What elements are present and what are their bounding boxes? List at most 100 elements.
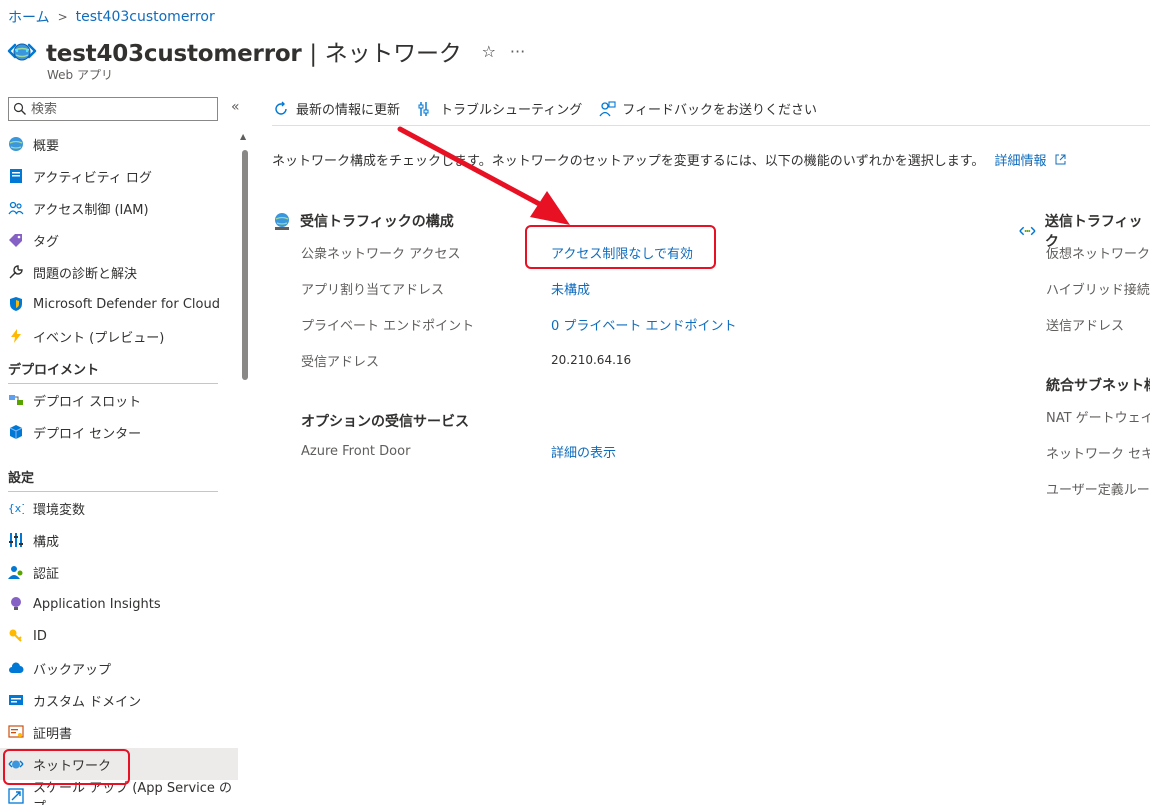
sidebar-item-identity[interactable]: ID — [0, 620, 238, 652]
breadcrumb-home-link[interactable]: ホーム — [8, 7, 50, 27]
sidebar-item-label: カスタム ドメイン — [33, 694, 142, 710]
optional-title-text: オプションの受信サービス — [301, 414, 469, 430]
tag-icon — [9, 234, 22, 247]
scroll-up-icon[interactable]: ▲ — [240, 132, 246, 141]
troubleshoot-label: トラブルシューティング — [440, 103, 583, 118]
section-heading-deployment: デプロイメント — [0, 352, 238, 384]
sidebar-item-diagnose[interactable]: 問題の診断と解決 — [0, 256, 238, 288]
annotation-highlight-public-access — [525, 225, 716, 269]
wrench-icon — [9, 265, 23, 279]
sidebar-item-overview[interactable]: 概要 — [0, 128, 238, 160]
search-icon — [13, 102, 26, 115]
sidebar-item-label: タグ — [33, 234, 60, 250]
resource-name: test403customerror — [46, 41, 302, 67]
refresh-label: 最新の情報に更新 — [296, 103, 401, 118]
sidebar-item-env-vars[interactable]: {x} 環境変数 — [0, 492, 238, 524]
sidebar-item-custom-domain[interactable]: カスタム ドメイン — [0, 684, 238, 716]
inbound-address-label: 受信アドレス — [301, 355, 380, 370]
sidebar-item-label: デプロイ スロット — [33, 394, 142, 410]
sidebar-item-label: 問題の診断と解決 — [33, 266, 138, 282]
sidebar-item-activity-log[interactable]: アクティビティ ログ — [0, 160, 238, 192]
troubleshoot-button[interactable]: トラブルシューティング — [416, 99, 582, 118]
sidebar-item-backup[interactable]: バックアップ — [0, 652, 238, 684]
annotation-arrow — [397, 126, 570, 225]
lightning-icon — [11, 329, 21, 343]
outbound-arrows-icon — [1019, 226, 1036, 236]
breadcrumb-resource-link[interactable]: test403customerror — [76, 9, 215, 25]
title-row: test403customerror | ネットワーク ☆ ··· — [6, 34, 525, 68]
network-icon — [7, 43, 37, 61]
integration-rows: NAT ゲートウェイ ネットワーク セキ ユーザー定義ルー — [1046, 407, 1150, 507]
sidebar-item-label: アクティビティ ログ — [33, 170, 152, 186]
sidebar-item-label: Microsoft Defender for Cloud — [33, 296, 220, 312]
feedback-icon — [599, 100, 616, 116]
intro-description: ネットワーク構成をチェックします。ネットワークのセットアップを変更するには、以下… — [272, 154, 985, 169]
sidebar-nav: 概要 アクティビティ ログ アクセス制御 (IAM) タグ 問題の診断と解決 M… — [0, 128, 238, 805]
learn-more-link[interactable]: 詳細情報 — [995, 154, 1047, 169]
bulb-icon — [11, 597, 21, 610]
sidebar-item-defender[interactable]: Microsoft Defender for Cloud — [0, 288, 238, 320]
more-icon[interactable]: ··· — [510, 42, 525, 61]
sidebar-item-label: 概要 — [33, 138, 60, 154]
private-endpoint-label: プライベート エンドポイント — [301, 319, 475, 334]
sidebar-item-label: デプロイ センター — [33, 426, 142, 442]
feedback-label: フィードバックをお送りください — [622, 103, 817, 118]
sidebar: « 概要 アクティビティ ログ アクセス制御 (IAM) タグ 問題の診断と解決… — [0, 90, 250, 805]
title-separator: | — [309, 41, 317, 67]
app-address-value[interactable]: 未構成 — [551, 279, 590, 298]
sidebar-item-label: イベント (プレビュー) — [33, 330, 165, 346]
udr-label: ユーザー定義ルー — [1046, 483, 1150, 498]
slots-icon — [9, 395, 23, 405]
scale-icon — [8, 788, 24, 804]
sidebar-item-label: 証明書 — [33, 726, 73, 742]
sidebar-item-auth[interactable]: 認証 — [0, 556, 238, 588]
annotation-highlight-sidebar — [3, 749, 130, 785]
inbound-globe-icon — [275, 213, 289, 230]
sidebar-item-label: バックアップ — [33, 662, 112, 678]
globe-icon — [9, 137, 23, 151]
sidebar-item-label: 環境変数 — [33, 502, 86, 518]
optional-section-title: オプションの受信サービス — [301, 411, 469, 431]
sidebar-item-tags[interactable]: タグ — [0, 224, 238, 256]
refresh-button[interactable]: 最新の情報に更新 — [272, 99, 400, 118]
intro-text: ネットワーク構成をチェックします。ネットワークのセットアップを変更するには、以下… — [272, 150, 1066, 169]
sidebar-item-events[interactable]: イベント (プレビュー) — [0, 320, 238, 352]
sidebar-scrollbar[interactable]: ▲ — [240, 132, 248, 805]
app-address-label: アプリ割り当てアドレス — [301, 283, 445, 298]
hybrid-label: ハイブリッド接続 — [1046, 283, 1150, 298]
sidebar-item-certificates[interactable]: 証明書 — [0, 716, 238, 748]
cloud-icon — [9, 662, 24, 673]
section-heading-settings: 設定 — [0, 460, 238, 492]
search-box[interactable] — [8, 97, 218, 121]
sidebar-item-config[interactable]: 構成 — [0, 524, 238, 556]
public-access-label: 公衆ネットワーク アクセス — [301, 247, 461, 262]
front-door-label: Azure Front Door — [301, 444, 411, 459]
sidebar-item-label: 構成 — [33, 534, 60, 550]
front-door-value[interactable]: 詳細の表示 — [551, 442, 616, 461]
feedback-button[interactable]: フィードバックをお送りください — [598, 99, 817, 118]
sidebar-item-iam[interactable]: アクセス制御 (IAM) — [0, 192, 238, 224]
page-title: test403customerror | ネットワーク — [46, 34, 462, 68]
page-subtitle: Web アプリ — [47, 68, 113, 82]
external-link-icon — [1055, 154, 1066, 165]
key-icon — [9, 629, 22, 642]
people-icon — [8, 201, 24, 215]
shield-icon — [10, 297, 22, 311]
sliders-icon — [9, 533, 23, 547]
sidebar-item-app-insights[interactable]: Application Insights — [0, 588, 238, 620]
outbound-rows: 仮想ネットワーク ハイブリッド接続 送信アドレス — [1046, 243, 1150, 343]
collapse-icon[interactable]: « — [231, 99, 240, 115]
sidebar-item-deploy-slots[interactable]: デプロイ スロット — [0, 384, 238, 416]
chevron-right-icon: > — [57, 10, 68, 24]
search-input[interactable] — [31, 101, 211, 117]
sidebar-item-deploy-center[interactable]: デプロイ センター — [0, 416, 238, 448]
troubleshoot-icon — [418, 101, 429, 116]
sidebar-item-label: アクセス制御 (IAM) — [33, 202, 149, 218]
sidebar-item-label: Application Insights — [33, 596, 161, 612]
star-icon[interactable]: ☆ — [482, 42, 496, 61]
sidebar-item-label: 認証 — [33, 566, 60, 582]
private-endpoint-value[interactable]: 0 プライベート エンドポイント — [551, 315, 737, 334]
scroll-thumb[interactable] — [242, 150, 248, 380]
integration-section-title: 統合サブネット構 — [1046, 375, 1150, 395]
certificate-icon — [8, 725, 24, 738]
